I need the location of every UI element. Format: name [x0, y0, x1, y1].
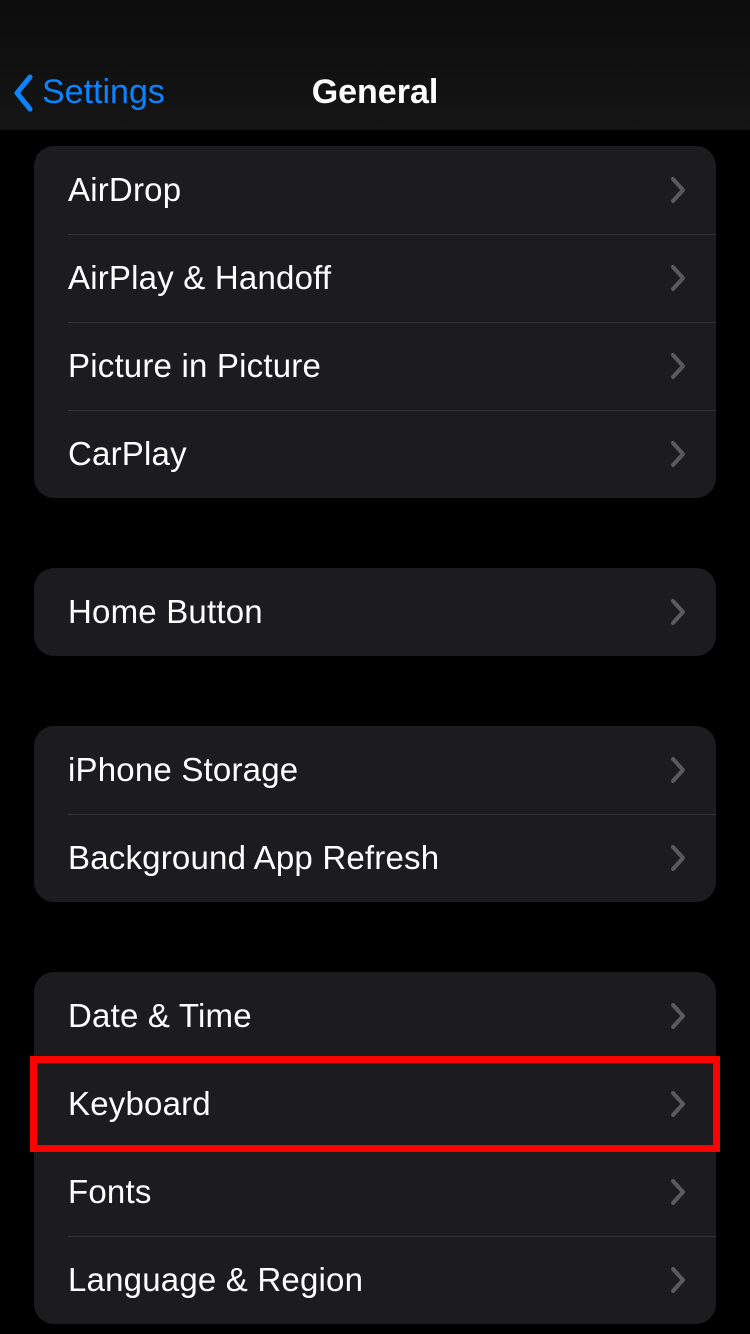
- settings-group: AirDrop AirPlay & Handoff Picture in Pictu…: [34, 146, 716, 498]
- row-iphone-storage[interactable]: iPhone Storage: [34, 726, 716, 814]
- chevron-right-icon: [670, 598, 686, 626]
- row-airdrop[interactable]: AirDrop: [34, 146, 716, 234]
- chevron-right-icon: [670, 1090, 686, 1118]
- chevron-right-icon: [670, 1002, 686, 1030]
- back-label: Settings: [42, 73, 165, 112]
- chevron-right-icon: [670, 352, 686, 380]
- chevron-left-icon: [12, 74, 34, 112]
- row-picture-in-picture[interactable]: Picture in Picture: [34, 322, 716, 410]
- row-label: Picture in Picture: [68, 347, 321, 385]
- chevron-right-icon: [670, 264, 686, 292]
- navigation-bar: Settings General: [0, 0, 750, 130]
- row-label: Language & Region: [68, 1261, 363, 1299]
- row-label: AirDrop: [68, 171, 181, 209]
- row-airplay-handoff[interactable]: AirPlay & Handoff: [34, 234, 716, 322]
- row-label: Fonts: [68, 1173, 152, 1211]
- row-label: Home Button: [68, 593, 263, 631]
- chevron-right-icon: [670, 1178, 686, 1206]
- row-label: Date & Time: [68, 997, 252, 1035]
- chevron-right-icon: [670, 1266, 686, 1294]
- row-home-button[interactable]: Home Button: [34, 568, 716, 656]
- chevron-right-icon: [670, 844, 686, 872]
- row-label: Keyboard: [68, 1085, 211, 1123]
- row-background-app-refresh[interactable]: Background App Refresh: [34, 814, 716, 902]
- settings-group: iPhone Storage Background App Refresh: [34, 726, 716, 902]
- row-label: CarPlay: [68, 435, 187, 473]
- settings-group: Home Button: [34, 568, 716, 656]
- row-label: AirPlay & Handoff: [68, 259, 331, 297]
- row-keyboard[interactable]: Keyboard: [34, 1060, 716, 1148]
- back-button[interactable]: Settings: [12, 73, 165, 112]
- settings-content: AirDrop AirPlay & Handoff Picture in Pictu…: [0, 146, 750, 1324]
- row-fonts[interactable]: Fonts: [34, 1148, 716, 1236]
- settings-group: Date & Time Keyboard Fonts Language & Regio…: [34, 972, 716, 1324]
- chevron-right-icon: [670, 176, 686, 204]
- chevron-right-icon: [670, 440, 686, 468]
- row-carplay[interactable]: CarPlay: [34, 410, 716, 498]
- row-date-time[interactable]: Date & Time: [34, 972, 716, 1060]
- chevron-right-icon: [670, 756, 686, 784]
- row-language-region[interactable]: Language & Region: [34, 1236, 716, 1324]
- row-label: iPhone Storage: [68, 751, 298, 789]
- row-label: Background App Refresh: [68, 839, 439, 877]
